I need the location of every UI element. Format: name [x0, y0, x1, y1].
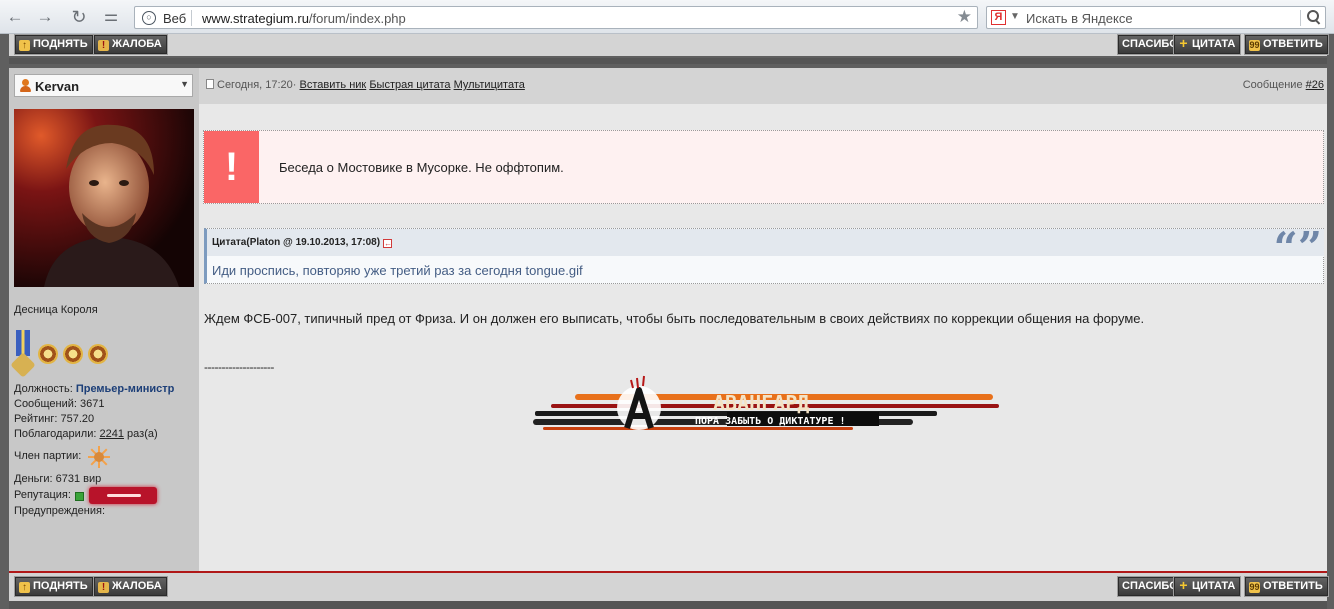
url-text[interactable]: www.strategium.ru/forum/index.php [202, 11, 406, 26]
forum-post: Kervan ▼ Десница Короля Должность: Премь… [9, 68, 1327, 571]
quote-button[interactable]: + ЦИТАТА [1172, 576, 1242, 597]
exclamation-icon: ! [98, 582, 109, 593]
quote-title: Цитата(Platon @ 19.10.2013, 17:08) ← [212, 237, 393, 248]
yandex-search-box[interactable]: Я ▼ Искать в Яндексе [986, 6, 1326, 29]
back-arrow-icon[interactable]: ← [4, 6, 26, 28]
award-icon [88, 344, 108, 364]
address-bar[interactable]: ○ Веб www.strategium.ru/forum/index.php … [134, 6, 978, 29]
money-line: Деньги: 6731 вир [14, 473, 102, 485]
yandex-logo-icon: Я [991, 10, 1006, 25]
arrow-up-icon: ↑ [19, 582, 30, 593]
warnings-line: Предупреждения: [14, 505, 106, 517]
search-icon[interactable] [1306, 9, 1321, 24]
arrow-up-icon: ↑ [19, 40, 30, 51]
complaint-button[interactable]: ! ЖАЛОБА [93, 576, 168, 597]
reply-button[interactable]: 99 ОТВЕТИТЬ [1244, 34, 1329, 55]
site-chip: Веб [163, 11, 187, 26]
exclamation-icon: ! [98, 40, 109, 51]
user-title: Десница Короля [14, 304, 98, 316]
award-icon [63, 344, 83, 364]
party-emblem-icon [88, 446, 110, 468]
user-icon [19, 79, 32, 93]
quote-marks-icon: 99 [1249, 40, 1260, 51]
party-line: Член партии: [14, 450, 82, 462]
up-button[interactable]: ↑ ПОДНЯТЬ [14, 34, 94, 55]
multi-quote-link[interactable]: Мультицитата [454, 79, 525, 91]
banner-subtitle: ПОРА ЗАБЫТЬ О ДИКТАТУРЕ ! [695, 416, 846, 427]
post-body: Ждем ФСБ-007, типичный пред от Фриза. И … [204, 311, 1145, 326]
author-name-dropdown[interactable]: Kervan ▼ [14, 74, 193, 97]
quote-button[interactable]: + ЦИТАТА [1172, 34, 1242, 55]
quote-marks-icon: 99 [1249, 582, 1260, 593]
avangard-banner: АВАНГАРД ПОРА ЗАБЫТЬ О ДИКТАТУРЕ ! [533, 375, 999, 430]
globe-icon: ○ [142, 11, 156, 25]
awards-row [10, 330, 134, 382]
divider [9, 58, 1327, 64]
message-number-link[interactable]: #26 [1306, 79, 1324, 91]
quote-block: Цитата(Platon @ 19.10.2013, 17:08) ← “” И… [204, 223, 1324, 284]
insert-nick-link[interactable]: Вставить ник [300, 79, 367, 91]
moderator-notice-text: Беседа о Мостовике в Мусорке. Не оффтопи… [279, 160, 564, 175]
star-icon[interactable]: ★ [957, 7, 972, 27]
browser-window: ← → ↻ ⚌ ○ Веб www.strategium.ru/forum/in… [0, 0, 1334, 609]
plus-icon: + [1179, 35, 1188, 51]
exclamation-icon: ! [204, 131, 259, 203]
divider [9, 601, 1327, 609]
chevron-down-icon[interactable]: ▼ [180, 79, 189, 89]
banner-title: АВАНГАРД [713, 391, 809, 415]
quote-text: Иди проспись, повторяю уже третий раз за… [212, 263, 583, 278]
plus-icon: + [1179, 577, 1188, 593]
author-sidebar: Kervan ▼ Десница Короля Должность: Премь… [9, 68, 199, 571]
reputation-bar [89, 487, 157, 504]
forward-arrow-icon[interactable]: → [34, 6, 56, 28]
message-number: Сообщение #26 [1242, 79, 1324, 91]
thanked-count-link[interactable]: 2241 [100, 428, 124, 440]
moderator-notice: ! Беседа о Мостовике в Мусорке. Не оффто… [203, 130, 1324, 204]
browser-toolbar: ← → ↻ ⚌ ○ Веб www.strategium.ru/forum/in… [0, 0, 1334, 34]
thanked-line: Поблагодарили: 2241 раз(а) [14, 428, 158, 440]
quick-quote-link[interactable]: Быстрая цитата [369, 79, 450, 91]
quote-header: Цитата(Platon @ 19.10.2013, 17:08) ← “” [207, 223, 1324, 272]
award-icon [38, 344, 58, 364]
key-icon[interactable]: ⚌ [100, 6, 122, 28]
up-button[interactable]: ↑ ПОДНЯТЬ [14, 576, 94, 597]
search-input[interactable]: Искать в Яндексе [1026, 11, 1133, 26]
chevron-down-icon[interactable]: ▼ [1010, 11, 1020, 22]
document-icon [206, 79, 214, 89]
post-actions-top: ↑ ПОДНЯТЬ ! ЖАЛОБА СПАСИБО + ЦИТАТА 99 ОТВЕТ… [9, 34, 1329, 56]
position-link[interactable]: Премьер-министр [76, 383, 175, 395]
post-actions-bottom: ↑ ПОДНЯТЬ ! ЖАЛОБА СПАСИБО + ЦИТАТА 99 ОТВЕТ… [9, 573, 1329, 601]
quote-marks-icon: “” [1273, 223, 1322, 272]
reputation-label: Репутация: [14, 489, 71, 501]
messages-line: Сообщений: 3671 [14, 398, 105, 410]
author-name[interactable]: Kervan [35, 79, 79, 94]
medal-star-icon [10, 352, 36, 378]
signature-separator: -------------------- [204, 360, 274, 374]
post-meta: Сегодня, 17:20· Вставить ник Быстрая цит… [206, 79, 525, 91]
complaint-button[interactable]: ! ЖАЛОБА [93, 34, 168, 55]
avatar [14, 109, 194, 287]
reply-button[interactable]: 99 ОТВЕТИТЬ [1244, 576, 1329, 597]
position-line: Должность: Премьер-министр [14, 383, 175, 395]
reload-icon[interactable]: ↻ [68, 6, 90, 28]
separator [1300, 10, 1301, 26]
back-to-quote-icon[interactable]: ← [383, 239, 393, 248]
separator [191, 10, 192, 26]
rating-line: Рейтинг: 757.20 [14, 413, 95, 425]
reputation-minus-icon[interactable] [75, 492, 84, 501]
